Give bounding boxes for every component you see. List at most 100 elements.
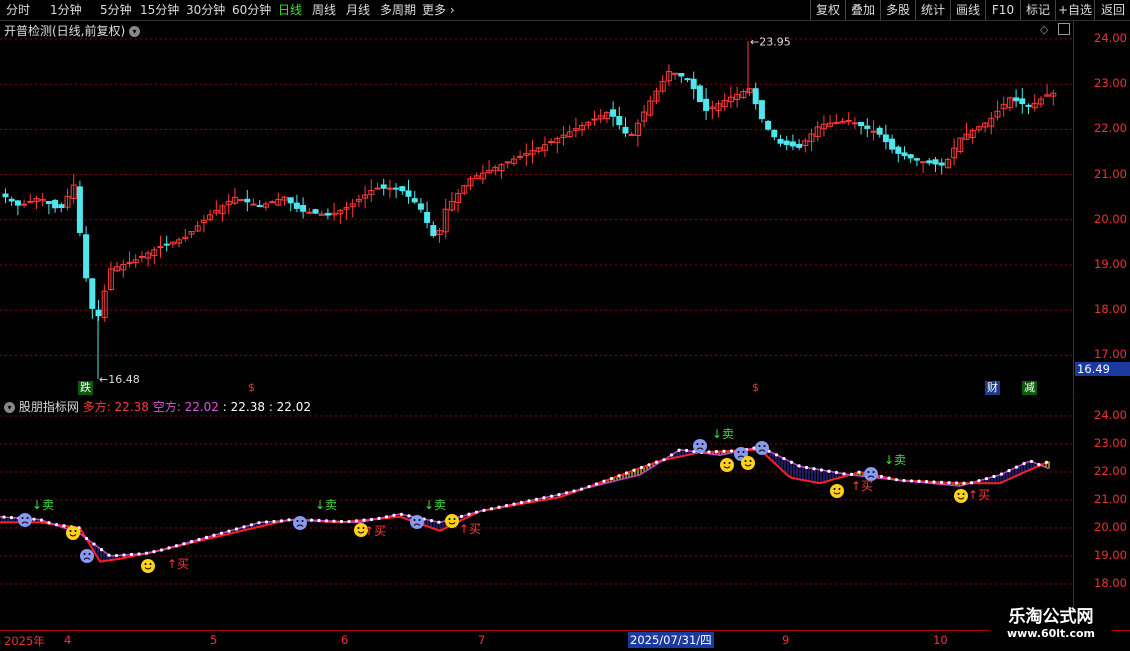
indicator-panel[interactable]: ↓卖 ↓卖 ↓卖 ↓卖 ↓卖 ↑买 ↑买 ↑买 ↑买 ↑买 ▾ 股朋指标网 多方: 22.38 空… xyxy=(0,397,1073,630)
low-price-label: ←16.48 xyxy=(99,373,140,386)
candle-body xyxy=(89,278,96,309)
dot xyxy=(362,518,366,522)
price-tick: 18.00 xyxy=(1094,302,1127,317)
candle-body xyxy=(889,138,896,150)
price-tick: 20.00 xyxy=(1094,211,1127,226)
period-daily[interactable]: 日线 xyxy=(278,2,302,18)
price-tick: 23.00 xyxy=(1094,76,1127,91)
dot xyxy=(354,519,359,523)
candle-body xyxy=(920,161,927,164)
dot xyxy=(887,476,891,480)
btn-fuquan[interactable]: 复权 xyxy=(810,0,845,20)
dot xyxy=(564,491,569,495)
dot xyxy=(129,552,134,557)
eye xyxy=(833,488,836,490)
sell-signal: ↓卖 xyxy=(424,498,446,512)
dot xyxy=(1037,462,1041,467)
btn-zixuan[interactable]: +自选 xyxy=(1055,0,1094,20)
dot xyxy=(534,497,539,501)
candle-body xyxy=(796,143,803,148)
dot xyxy=(602,479,606,483)
btn-huaxian[interactable]: 画线 xyxy=(950,0,985,20)
dot xyxy=(174,544,179,548)
eye xyxy=(957,493,960,495)
candle-body xyxy=(907,154,914,159)
kline-panel[interactable]: ←23.95 ←16.48 开普检测(日线,前复权) ▾ ◇ 跌 $ $ 财 减 xyxy=(0,21,1073,396)
kline-chart[interactable]: ←23.95 ←16.48 xyxy=(0,21,1073,396)
smile-icon xyxy=(720,458,734,472)
period-30min[interactable]: 30分钟 xyxy=(186,2,225,18)
btn-fanhui[interactable]: 返回 xyxy=(1094,0,1130,20)
period-multi[interactable]: 多周期 xyxy=(380,2,416,18)
candle-body xyxy=(901,152,908,157)
eye xyxy=(867,471,870,473)
dot xyxy=(272,519,276,524)
face-circle xyxy=(18,513,32,527)
face-circle xyxy=(66,526,80,540)
period-monthly[interactable]: 月线 xyxy=(346,2,370,18)
eye xyxy=(21,517,24,519)
candle-body xyxy=(393,187,400,190)
sell-signal: ↓卖 xyxy=(315,498,337,512)
dot xyxy=(984,476,989,481)
smile-icon xyxy=(66,526,80,540)
btn-tongji[interactable]: 统计 xyxy=(915,0,950,20)
panel-expand-icon[interactable] xyxy=(1058,23,1070,35)
dot xyxy=(332,519,336,523)
eye xyxy=(696,443,699,445)
period-more[interactable]: 更多 › xyxy=(422,2,455,18)
dot xyxy=(834,470,839,475)
candle-body xyxy=(405,190,412,197)
dot xyxy=(249,523,254,527)
btn-duogu[interactable]: 多股 xyxy=(880,0,915,20)
dot xyxy=(377,516,381,521)
candle-body xyxy=(758,100,765,120)
candle-body xyxy=(250,203,257,206)
candle-body xyxy=(926,160,933,164)
period-fenshi[interactable]: 分时 xyxy=(6,2,30,18)
face-circle xyxy=(954,489,968,503)
period-1min[interactable]: 1分钟 xyxy=(50,2,82,18)
smile-icon xyxy=(954,489,968,503)
dropdown-icon[interactable]: ▾ xyxy=(4,402,15,413)
marker-die: 跌 xyxy=(78,381,93,395)
dot xyxy=(467,512,471,516)
dot xyxy=(542,496,546,500)
eye xyxy=(872,471,875,473)
dot xyxy=(714,450,719,454)
dot xyxy=(917,479,921,483)
face-circle xyxy=(693,439,707,453)
dot xyxy=(99,548,104,552)
eye xyxy=(83,553,86,555)
dropdown-icon[interactable]: ▾ xyxy=(129,26,141,37)
period-weekly[interactable]: 周线 xyxy=(312,2,336,18)
candle-body xyxy=(76,186,83,233)
eye xyxy=(749,460,752,462)
indicator-name: 股朋指标网 xyxy=(18,400,79,414)
btn-f10[interactable]: F10 xyxy=(985,0,1020,20)
dot xyxy=(482,508,486,512)
marker-dollar-2: $ xyxy=(752,381,759,394)
period-15min[interactable]: 15分钟 xyxy=(140,2,179,18)
dot xyxy=(519,500,524,505)
watermark-url: www.60lt.com xyxy=(1006,627,1096,640)
candle-body xyxy=(312,209,319,214)
candle-body xyxy=(244,198,251,203)
candle-body xyxy=(622,126,629,134)
indicator-chart[interactable]: ↓卖 ↓卖 ↓卖 ↓卖 ↓卖 ↑买 ↑买 ↑买 ↑买 ↑买 xyxy=(0,397,1073,630)
period-5min[interactable]: 5分钟 xyxy=(100,2,132,18)
dot xyxy=(459,514,464,518)
btn-biaoji[interactable]: 标记 xyxy=(1020,0,1055,20)
dot xyxy=(647,463,651,467)
dot xyxy=(557,493,561,497)
dot xyxy=(369,517,374,522)
btn-diejia[interactable]: 叠加 xyxy=(845,0,880,20)
sell-signal: ↓卖 xyxy=(712,427,734,441)
candle-body xyxy=(789,141,796,147)
dot xyxy=(384,515,389,519)
diamond-icon[interactable]: ◇ xyxy=(1040,23,1048,36)
candle-body xyxy=(870,130,877,133)
dot xyxy=(32,517,36,521)
value-2: : 22.02 xyxy=(268,400,312,414)
period-60min[interactable]: 60分钟 xyxy=(232,2,271,18)
